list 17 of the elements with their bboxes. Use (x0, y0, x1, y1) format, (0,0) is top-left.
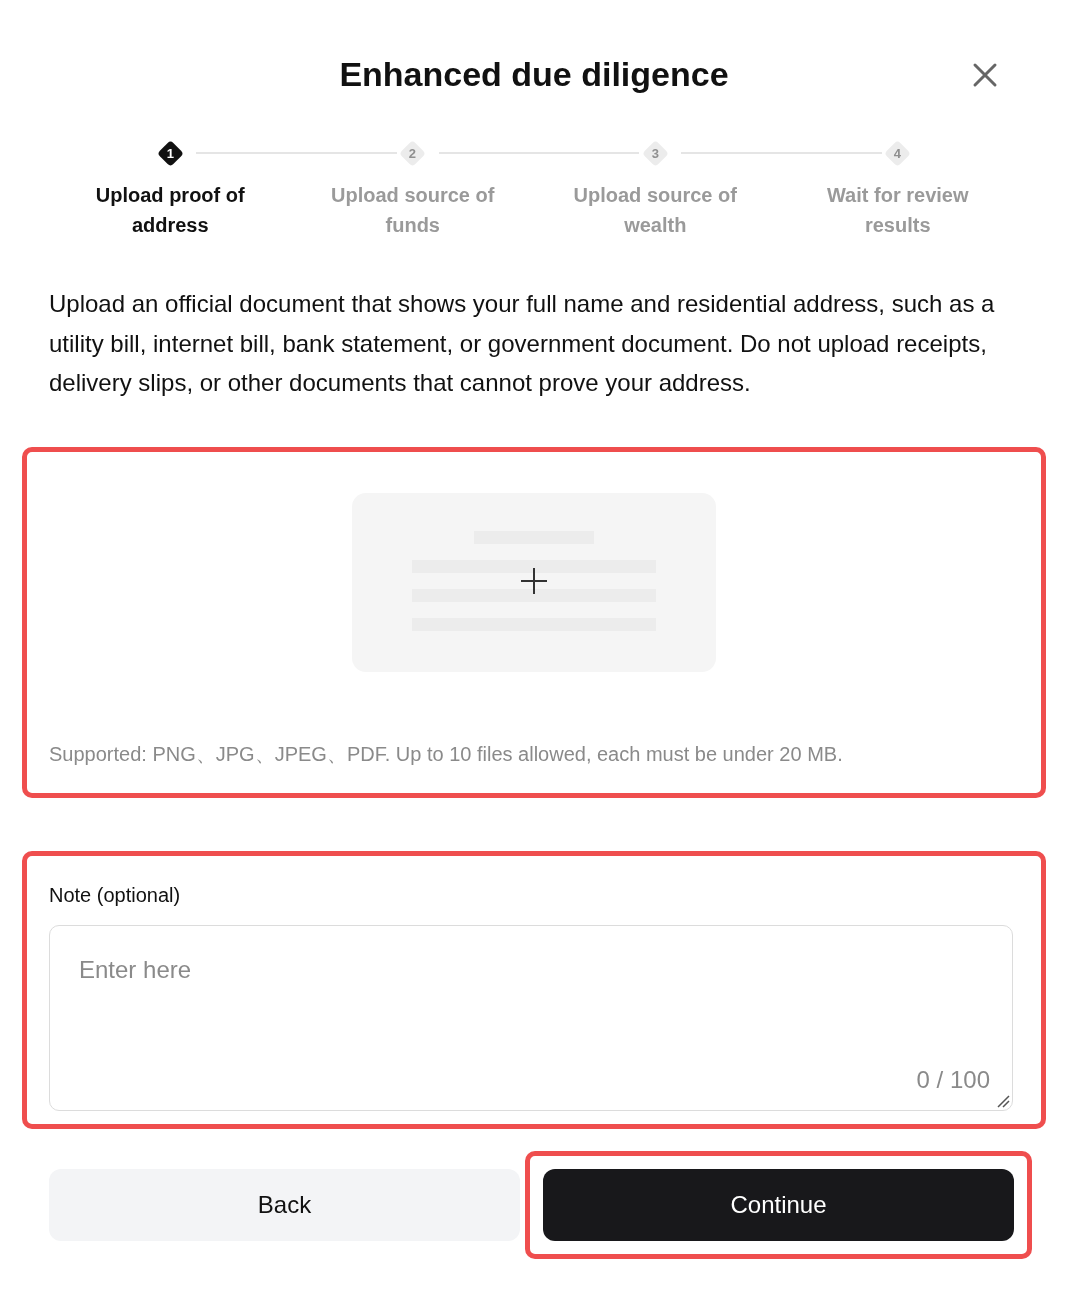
instructions-text: Upload an official document that shows your full name and residential address, such as a utility bill, internet bill, bank statement, or government document. Do not upload receipts, delivery slips, or other documents that cannot prove your address. (49, 289, 996, 398)
resize-handle-icon (996, 1093, 1010, 1108)
note-label: Note (optional) (49, 882, 182, 908)
step-label: Wait for review results (826, 183, 970, 238)
upload-hint: Supported: PNG、JPG、JPEG、PDF. Up to 10 files allowed, each must be under 20 MB. (49, 741, 843, 767)
back-button[interactable]: Back (49, 1168, 520, 1241)
step-label: Upload source of wealth (572, 183, 738, 238)
step-label: Upload source of funds (330, 183, 496, 238)
dialog-title: Enhanced due diligence (339, 54, 729, 95)
close-icon (972, 62, 998, 88)
continue-button[interactable]: Continue (543, 1168, 1014, 1241)
step-marker: 3 (644, 142, 667, 164)
character-counter: 0 / 100 (916, 1064, 990, 1095)
step-marker: 2 (401, 142, 424, 164)
step-marker: 4 (886, 142, 909, 164)
step-marker: 1 (159, 142, 182, 164)
step-label: Upload proof of address (94, 183, 246, 238)
